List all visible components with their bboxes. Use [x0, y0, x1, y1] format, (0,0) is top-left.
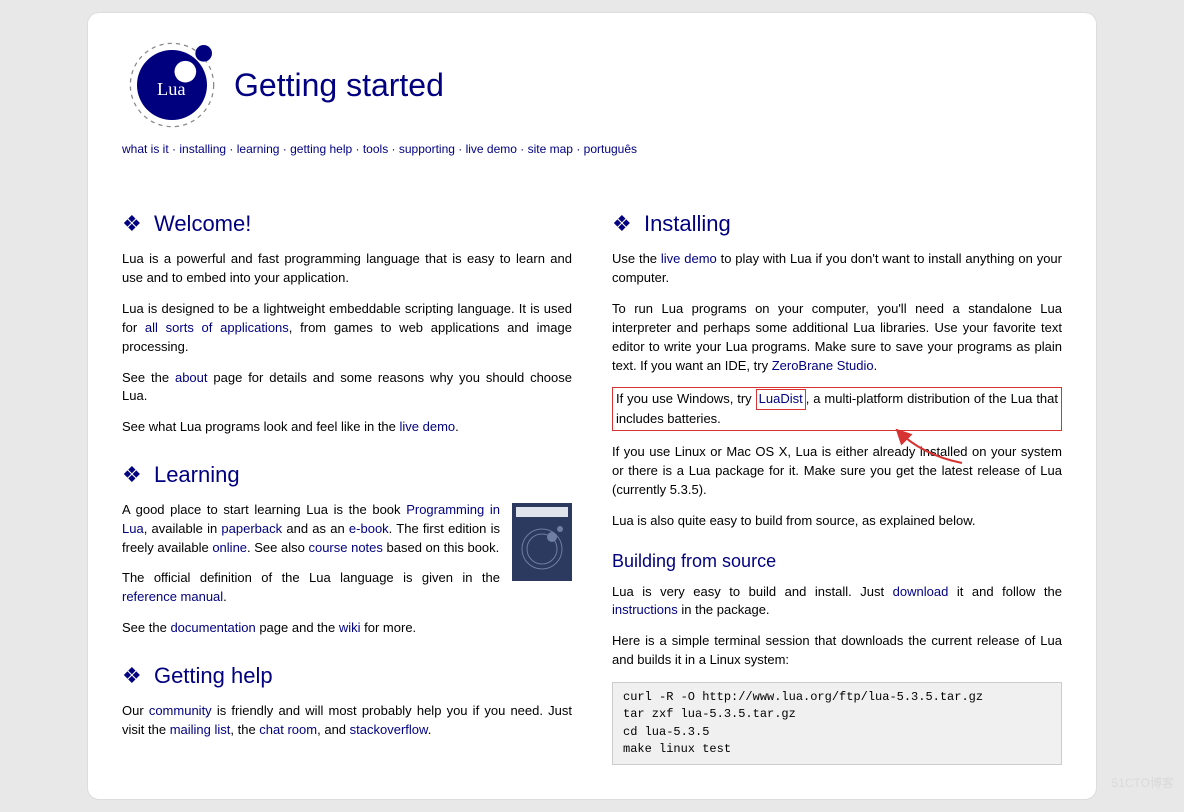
mailing-list-link[interactable]: mailing list	[170, 722, 231, 737]
book-cover-icon[interactable]	[512, 503, 572, 581]
learning-p3: See the documentation page and the wiki …	[122, 619, 572, 638]
terminal-code: curl -R -O http://www.lua.org/ftp/lua-5.…	[612, 682, 1062, 766]
instructions-link[interactable]: instructions	[612, 602, 678, 617]
ebook-link[interactable]: e-book	[349, 521, 389, 536]
nav-site-map[interactable]: site map	[528, 142, 573, 156]
nav-tools[interactable]: tools	[363, 142, 388, 156]
nav-portugues[interactable]: português	[584, 142, 637, 156]
nav-installing[interactable]: installing	[179, 142, 226, 156]
installing-heading: Installing	[612, 208, 1062, 240]
all-apps-link[interactable]: all sorts of applications	[145, 320, 289, 335]
about-link[interactable]: about	[175, 370, 208, 385]
nav-supporting[interactable]: supporting	[399, 142, 455, 156]
stackoverflow-link[interactable]: stackoverflow	[350, 722, 428, 737]
help-heading: Getting help	[122, 660, 572, 692]
luadist-callout: If you use Windows, try LuaDist, a multi…	[612, 387, 1062, 431]
refman-link[interactable]: reference manual	[122, 589, 223, 604]
learning-p1: A good place to start learning Lua is th…	[122, 501, 572, 558]
welcome-p3: See the about page for details and some …	[122, 369, 572, 407]
live-demo-link[interactable]: live demo	[400, 419, 456, 434]
nav-learning[interactable]: learning	[237, 142, 280, 156]
installing-p2: To run Lua programs on your computer, yo…	[612, 300, 1062, 375]
lua-logo-icon: Lua	[122, 35, 222, 135]
content-columns: Welcome! Lua is a powerful and fast prog…	[122, 186, 1062, 765]
left-column: Welcome! Lua is a powerful and fast prog…	[122, 186, 572, 765]
paperback-link[interactable]: paperback	[221, 521, 282, 536]
nav-live-demo[interactable]: live demo	[466, 142, 517, 156]
community-link[interactable]: community	[149, 703, 212, 718]
installing-p4: If you use Linux or Mac OS X, Lua is eit…	[612, 443, 1062, 500]
learning-p2: The official definition of the Lua langu…	[122, 569, 572, 607]
welcome-p2: Lua is designed to be a lightweight embe…	[122, 300, 572, 357]
page-container: Lua Getting started what is it · install…	[87, 12, 1097, 800]
svg-text:Lua: Lua	[157, 79, 186, 99]
welcome-heading: Welcome!	[122, 208, 572, 240]
welcome-p1: Lua is a powerful and fast programming l…	[122, 250, 572, 288]
page-title: Getting started	[234, 62, 444, 108]
wiki-link[interactable]: wiki	[339, 620, 361, 635]
watermark: 51CTO博客	[1112, 775, 1174, 792]
chat-room-link[interactable]: chat room	[259, 722, 317, 737]
course-notes-link[interactable]: course notes	[308, 540, 382, 555]
build-heading: Building from source	[612, 548, 1062, 574]
zerobrane-link[interactable]: ZeroBrane Studio	[772, 358, 874, 373]
nav-what-is-it[interactable]: what is it	[122, 142, 169, 156]
installing-p1: Use the live demo to play with Lua if yo…	[612, 250, 1062, 288]
learning-heading: Learning	[122, 459, 572, 491]
welcome-p4: See what Lua programs look and feel like…	[122, 418, 572, 437]
page-header: Lua Getting started	[122, 35, 1062, 135]
help-p1: Our community is friendly and will most …	[122, 702, 572, 740]
nav-getting-help[interactable]: getting help	[290, 142, 352, 156]
top-nav: what is it · installing · learning · get…	[122, 141, 1062, 158]
build-p2: Here is a simple terminal session that d…	[612, 632, 1062, 670]
luadist-link[interactable]: LuaDist	[756, 389, 806, 410]
live-demo-link-2[interactable]: live demo	[661, 251, 717, 266]
documentation-link[interactable]: documentation	[170, 620, 255, 635]
installing-p5: Lua is also quite easy to build from sou…	[612, 512, 1062, 531]
build-p1: Lua is very easy to build and install. J…	[612, 583, 1062, 621]
download-link[interactable]: download	[893, 584, 949, 599]
right-column: Installing Use the live demo to play wit…	[612, 186, 1062, 765]
online-link[interactable]: online	[212, 540, 247, 555]
